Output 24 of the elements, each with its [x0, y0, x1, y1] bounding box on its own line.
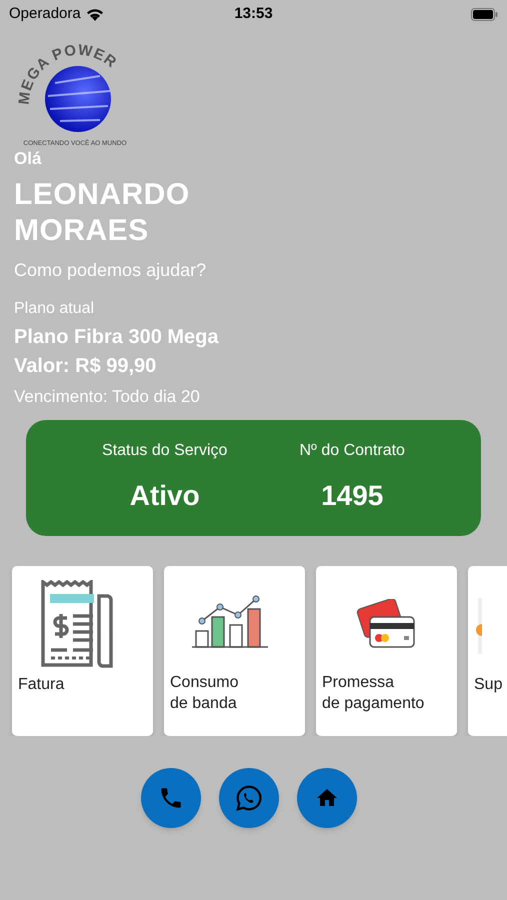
home-button[interactable]	[296, 768, 356, 828]
wifi-icon	[86, 8, 104, 20]
help-prompt: Como podemos ajudar?	[14, 259, 206, 281]
chat-bubble-phone-icon	[234, 783, 264, 813]
menu-card[interactable]: Sup	[468, 566, 507, 736]
phone-button[interactable]	[140, 768, 200, 828]
credit-card-icon	[356, 599, 418, 651]
carrier-name: Operadora	[9, 4, 81, 24]
greeting-text: Olá	[14, 149, 42, 169]
menu-card[interactable]: Consumo de banda	[164, 566, 305, 736]
due-date: Vencimento: Todo dia 20	[14, 387, 200, 407]
info-label: Status do Serviço	[102, 441, 228, 461]
plan-price: Valor: R$ 99,90	[14, 354, 156, 378]
menu-card[interactable]: Fatura	[12, 566, 153, 736]
whatsapp-button[interactable]	[218, 768, 278, 828]
clock-time: 13:53	[234, 4, 273, 24]
info-value: Ativo	[130, 479, 200, 513]
plan-name: Plano Fibra 300 Mega	[14, 325, 219, 349]
plan-label: Plano atual	[14, 299, 94, 319]
user-name: LEONARDO MORAES	[14, 177, 191, 249]
battery-icon	[471, 8, 498, 20]
info-label: Nº do Contrato	[300, 441, 405, 461]
menu-card[interactable]: Promessa de pagamento	[316, 566, 457, 736]
info-value: 1495	[321, 479, 384, 513]
